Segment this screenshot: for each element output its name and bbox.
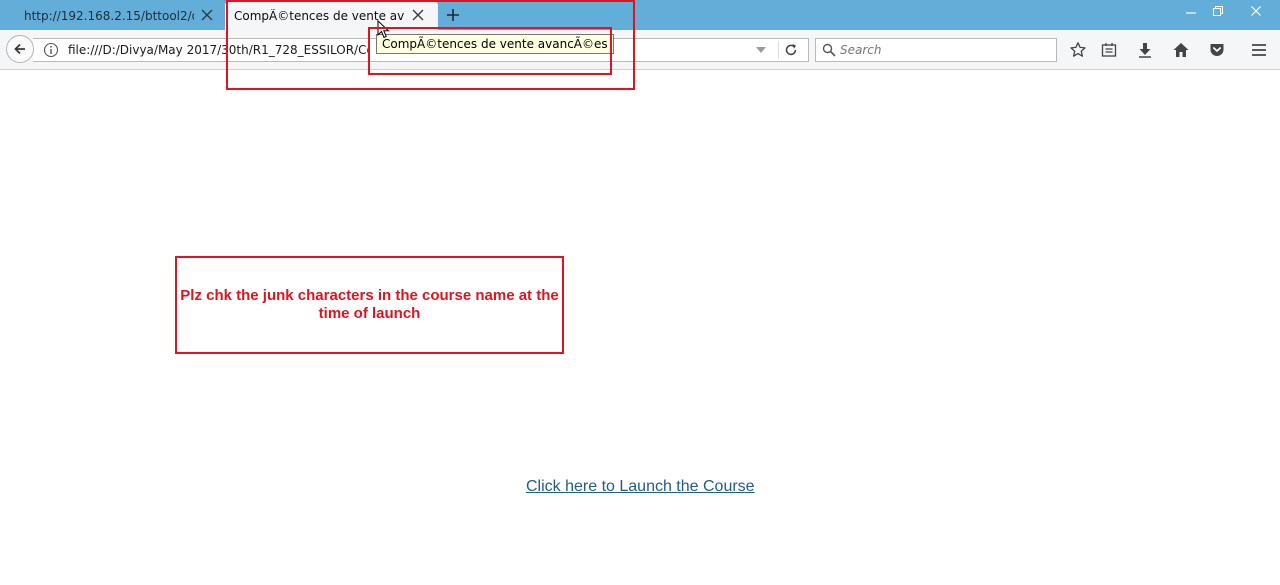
launch-course-link[interactable]: Click here to Launch the Course — [526, 478, 755, 496]
restore-button[interactable] — [1201, 0, 1235, 22]
reading-list-icon — [1101, 43, 1117, 57]
home-icon — [1173, 43, 1189, 57]
menu-icon — [1252, 44, 1266, 56]
tab-strip: http://192.168.2.15/bttool2/oper CompÃ©t… — [0, 0, 1280, 30]
home-button[interactable] — [1168, 37, 1194, 63]
close-icon — [1251, 6, 1261, 16]
close-tab-icon[interactable] — [200, 8, 214, 22]
bookmark-button[interactable] — [1065, 37, 1091, 63]
back-button[interactable] — [6, 35, 34, 63]
tab-inactive[interactable]: http://192.168.2.15/bttool2/oper — [0, 2, 222, 30]
search-input[interactable] — [840, 39, 1050, 61]
downloads-button[interactable] — [1132, 37, 1158, 63]
search-bar[interactable] — [815, 38, 1057, 62]
bookmark-star-icon — [1070, 42, 1086, 57]
navigation-toolbar: file:///D:/Divya/May 2017/30th/R1_728_ES… — [0, 30, 1280, 70]
open-menu-button[interactable] — [1246, 37, 1272, 63]
annotation-note-box: Plz chk the junk characters in the cours… — [175, 256, 564, 354]
pocket-icon — [1210, 44, 1224, 56]
annotation-note: Plz chk the junk characters in the cours… — [180, 287, 559, 322]
pocket-button[interactable] — [1204, 37, 1230, 63]
dropdown-arrow-icon[interactable] — [755, 44, 767, 56]
divider — [778, 41, 779, 59]
tab-title: http://192.168.2.15/bttool2/oper — [24, 9, 194, 23]
reload-icon[interactable] — [783, 42, 799, 58]
download-icon — [1139, 43, 1151, 58]
restore-icon — [1213, 6, 1223, 16]
reading-list-button[interactable] — [1096, 37, 1122, 63]
search-icon — [822, 43, 836, 57]
minimize-icon — [1186, 12, 1196, 14]
close-window-button[interactable] — [1236, 0, 1276, 22]
annotation-highlight-tooltip — [368, 27, 612, 75]
back-arrow-icon — [14, 43, 25, 55]
info-icon[interactable] — [43, 42, 59, 58]
